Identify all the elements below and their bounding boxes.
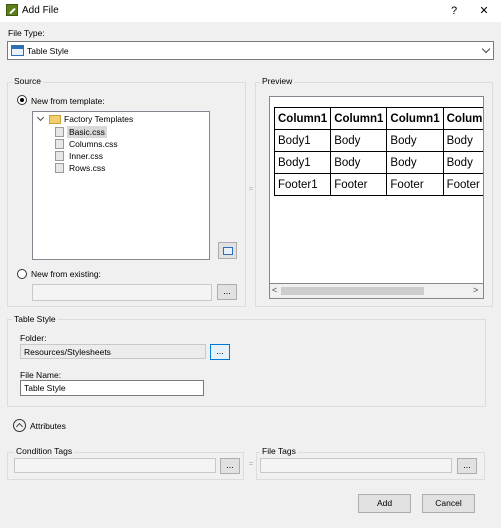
preview-cell: Footer: [330, 173, 388, 196]
help-button[interactable]: ?: [444, 3, 464, 19]
attributes-expander[interactable]: [13, 419, 26, 432]
folder-field[interactable]: Resources/Stylesheets: [20, 344, 206, 359]
preview-body-row: Body1 Body Body Body: [273, 129, 483, 152]
new-from-template-radio[interactable]: [17, 95, 27, 105]
existing-file-field[interactable]: [32, 284, 212, 301]
preview-cell: Body: [330, 151, 388, 174]
folder-label: Folder:: [20, 333, 47, 343]
cancel-button[interactable]: Cancel: [422, 494, 475, 513]
file-icon: [55, 127, 64, 137]
scrollbar-thumb[interactable]: [281, 287, 424, 295]
preview-pane[interactable]: Column1 Column1 Column1 Column1 Body1 Bo…: [269, 96, 484, 299]
file-tags-label: File Tags: [260, 446, 298, 456]
preview-cell: Body: [386, 151, 444, 174]
window-title: Add File: [22, 5, 59, 16]
preview-cell: Footer: [386, 173, 444, 196]
preview-cell: Column1: [442, 107, 483, 130]
preview-header-row: Column1 Column1 Column1 Column1: [273, 107, 483, 130]
file-name-label: File Name:: [20, 370, 62, 380]
tree-item[interactable]: Basic.css: [67, 126, 107, 138]
preview-cell: Body: [330, 129, 388, 152]
file-name-value: Table Style: [24, 383, 66, 393]
splitter-handle[interactable]: =: [249, 461, 253, 468]
condition-tags-field[interactable]: [14, 458, 216, 473]
preview-template-button[interactable]: [218, 242, 237, 259]
tree-item[interactable]: Columns.css: [69, 138, 118, 150]
source-group-label: Source: [12, 76, 43, 86]
file-icon: [55, 139, 64, 149]
preview-group-label: Preview: [260, 76, 295, 86]
tree-root-label[interactable]: Factory Templates: [64, 113, 133, 125]
preview-cell: Body: [386, 129, 444, 152]
preview-cell: Body1: [273, 151, 332, 174]
folder-browse-button[interactable]: ...: [210, 344, 230, 360]
file-name-field[interactable]: Table Style: [20, 380, 204, 396]
file-tags-field[interactable]: [260, 458, 452, 473]
preview-table: Column1 Column1 Column1 Column1 Body1 Bo…: [273, 107, 483, 196]
file-icon: [55, 151, 64, 161]
file-icon: [55, 163, 64, 173]
window-icon: [223, 247, 233, 255]
preview-body-row: Body1 Body Body Body: [273, 151, 483, 174]
existing-browse-button[interactable]: ...: [217, 284, 237, 300]
template-tree[interactable]: Factory Templates Basic.css Columns.css …: [32, 111, 210, 260]
attributes-label[interactable]: Attributes: [30, 421, 66, 431]
table-style-icon: [11, 45, 24, 56]
condition-tags-browse-button[interactable]: ...: [220, 458, 240, 474]
new-from-existing-label[interactable]: New from existing:: [31, 269, 101, 279]
preview-cell: Footer: [442, 173, 483, 196]
tree-item[interactable]: Rows.css: [69, 162, 105, 174]
app-icon: [6, 4, 18, 16]
condition-tags-label: Condition Tags: [14, 446, 75, 456]
preview-horizontal-scrollbar[interactable]: < >: [269, 283, 484, 299]
tree-expand-icon[interactable]: [36, 113, 45, 122]
splitter-handle[interactable]: =: [249, 186, 253, 193]
preview-cell: Footer1: [273, 173, 332, 196]
new-from-template-label[interactable]: New from template:: [31, 96, 105, 106]
new-from-existing-radio[interactable]: [17, 269, 27, 279]
preview-cell: Body: [442, 129, 483, 152]
chevron-up-icon: [15, 422, 24, 431]
table-style-group-label: Table Style: [12, 314, 58, 324]
chevron-down-icon[interactable]: [481, 44, 491, 54]
preview-cell: Column1: [330, 107, 388, 130]
file-tags-browse-button[interactable]: ...: [457, 458, 477, 474]
folder-value: Resources/Stylesheets: [24, 347, 111, 357]
file-type-value: Table Style: [27, 46, 69, 56]
folder-icon: [49, 115, 61, 124]
preview-footer-row: Footer1 Footer Footer Footer: [273, 173, 483, 196]
preview-cell: Column1: [386, 107, 444, 130]
add-button[interactable]: Add: [358, 494, 411, 513]
file-type-label: File Type:: [8, 28, 45, 38]
preview-cell: Body: [442, 151, 483, 174]
tree-item[interactable]: Inner.css: [69, 150, 103, 162]
scroll-right-icon[interactable]: >: [473, 285, 478, 295]
close-button[interactable]: ✕: [474, 3, 494, 19]
title-bar: Add File ? ✕: [0, 0, 501, 22]
scroll-left-icon[interactable]: <: [272, 285, 277, 295]
preview-cell: Body1: [273, 129, 332, 152]
file-type-combo[interactable]: Table Style: [7, 41, 494, 60]
preview-cell: Column1: [273, 107, 332, 130]
